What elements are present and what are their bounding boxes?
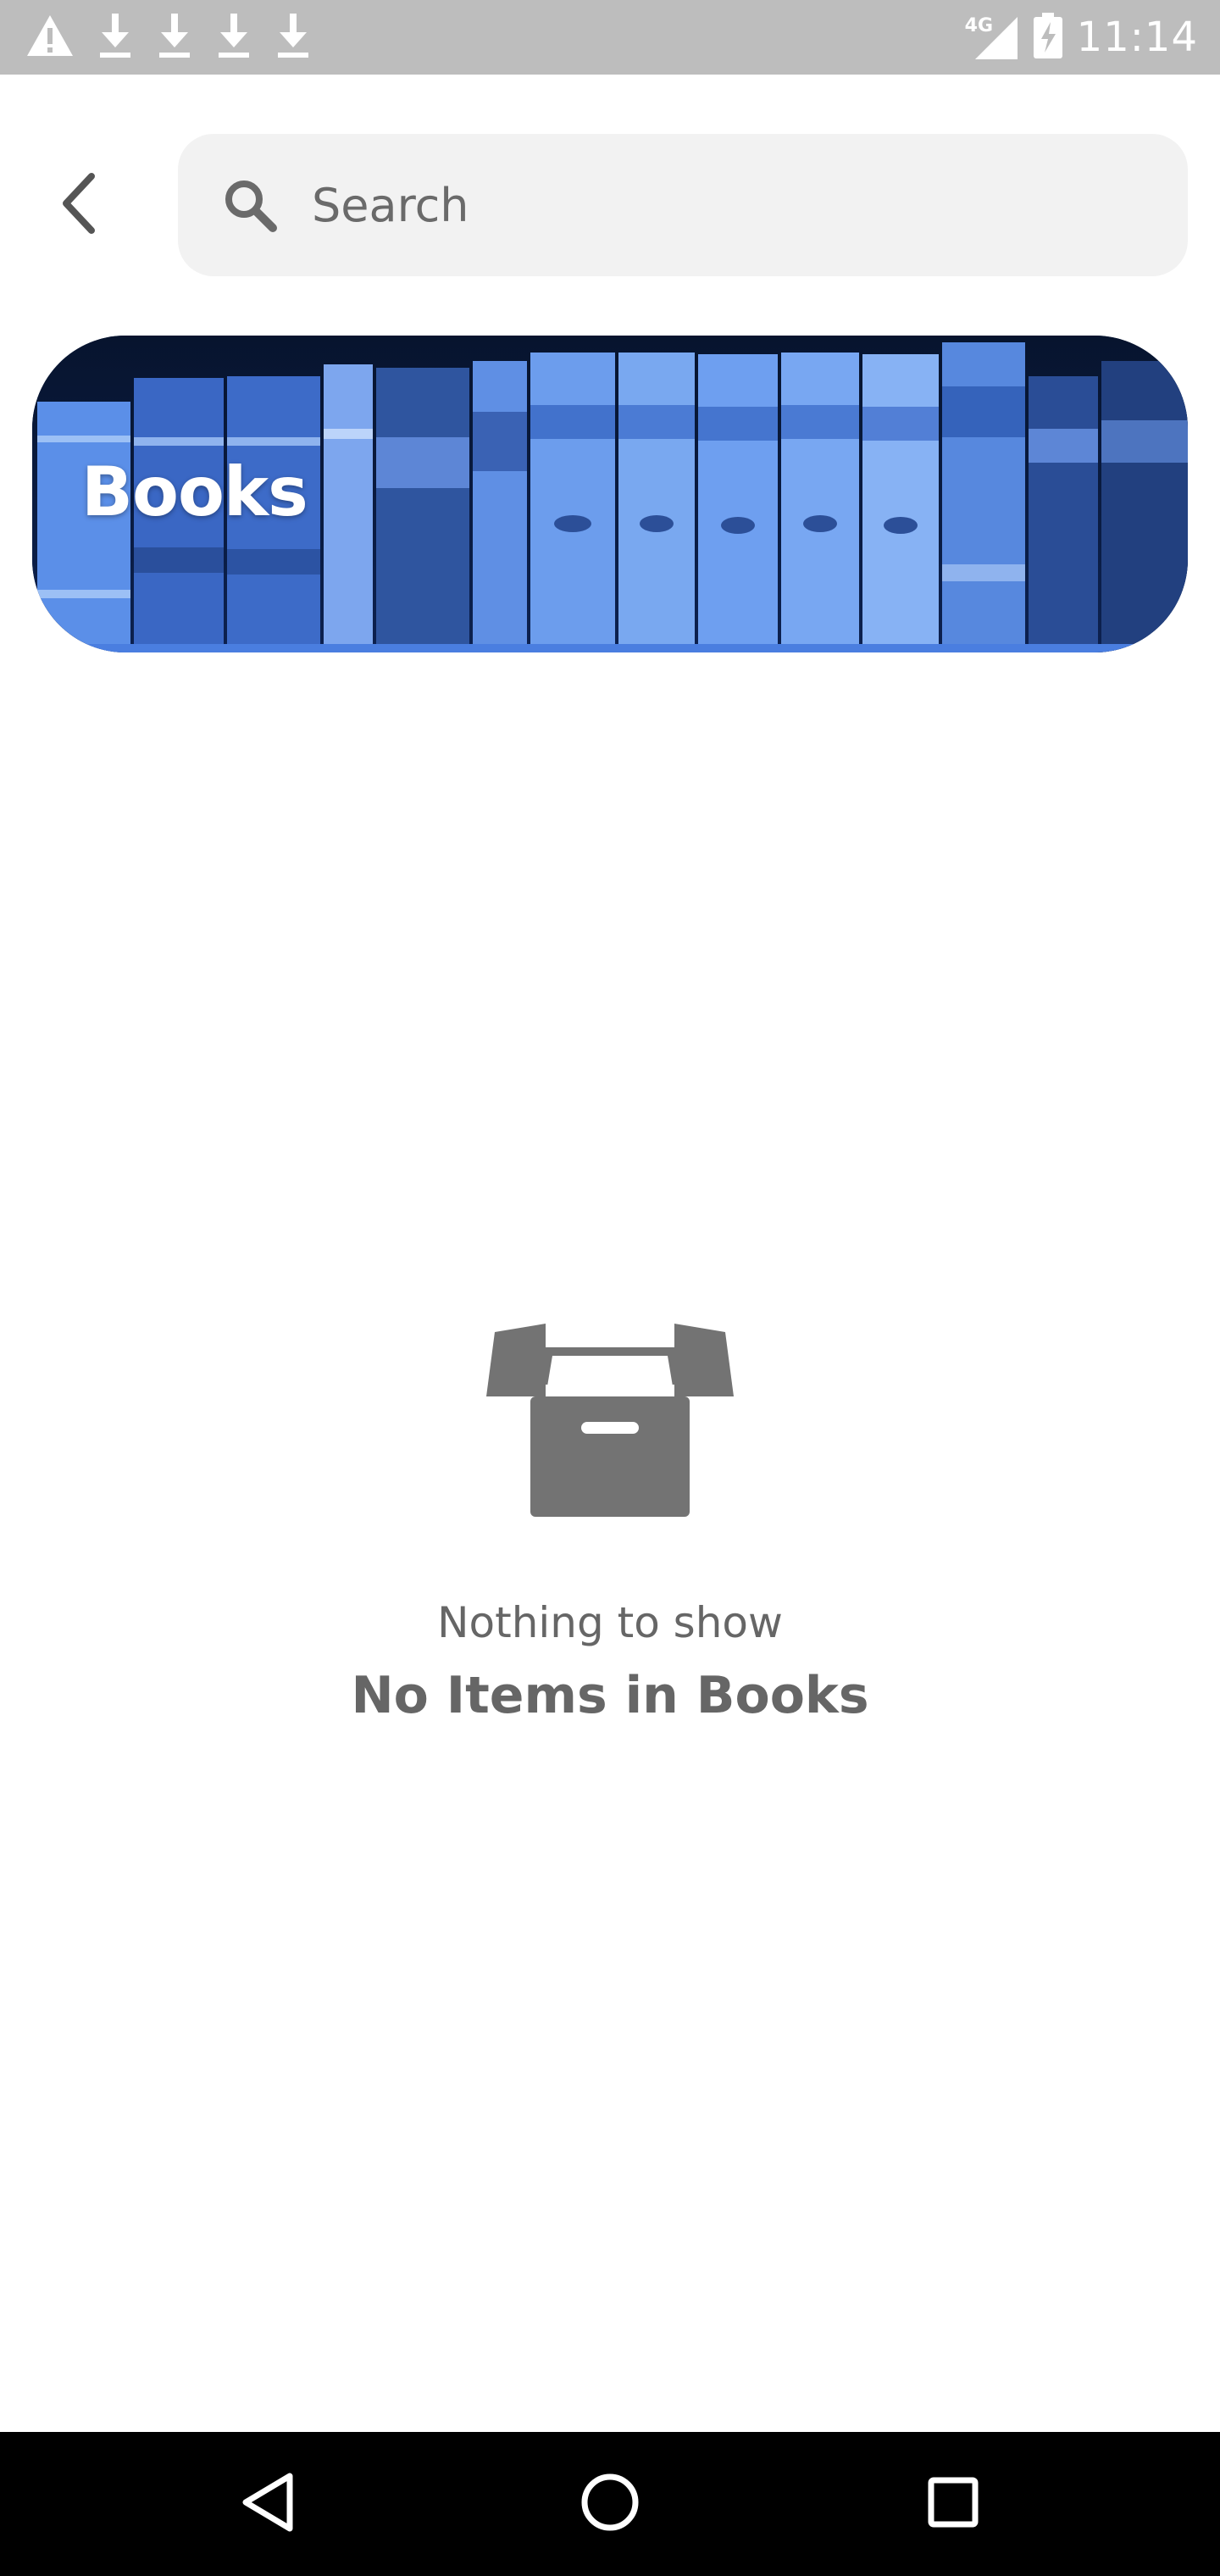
open-box-icon: [486, 1322, 734, 1517]
category-banner[interactable]: Books: [32, 336, 1188, 652]
download-icon: [215, 12, 252, 63]
clock: 11:14: [1076, 14, 1198, 61]
system-navigation-bar: [0, 2432, 1220, 2576]
chevron-left-icon: [54, 169, 105, 241]
signal-icon: 4G: [965, 12, 1019, 63]
empty-state-title: Nothing to show: [437, 1598, 783, 1647]
nav-home-button[interactable]: [572, 2466, 648, 2542]
search-icon: [220, 175, 280, 235]
home-circle-icon: [580, 2472, 640, 2536]
download-icon: [274, 12, 312, 63]
back-button[interactable]: [44, 164, 115, 246]
status-icons: 4G 11:14: [965, 8, 1198, 66]
recents-square-icon: [926, 2475, 980, 2533]
download-icon: [97, 12, 134, 63]
empty-state-subtitle: No Items in Books: [351, 1666, 869, 1725]
notification-icons: [25, 8, 312, 66]
nav-back-button[interactable]: [230, 2466, 307, 2542]
banner-title: Books: [81, 452, 308, 531]
search-bar[interactable]: [178, 134, 1188, 276]
download-icon: [156, 12, 193, 63]
warning-icon: [25, 14, 75, 61]
battery-charging-icon: [1033, 12, 1063, 63]
back-triangle-icon: [239, 2471, 298, 2537]
nav-recents-button[interactable]: [915, 2466, 991, 2542]
status-bar: 4G 11:14: [0, 0, 1220, 75]
search-input[interactable]: [310, 177, 1076, 233]
